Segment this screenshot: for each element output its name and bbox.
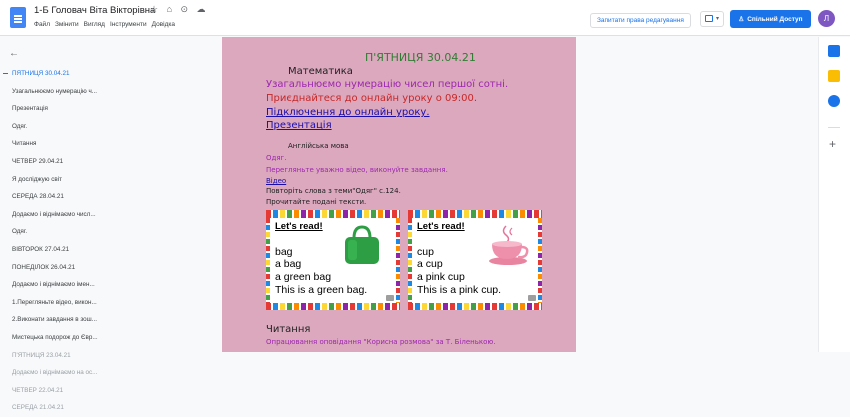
avatar[interactable]: Л bbox=[818, 10, 835, 27]
card-border-left bbox=[408, 218, 412, 303]
card-heading: Let's read! bbox=[417, 221, 465, 232]
card-line: a cup bbox=[417, 258, 443, 270]
keep-icon[interactable] bbox=[828, 70, 840, 82]
reading-line: Опрацювання оповідання "Корисна розмова"… bbox=[266, 338, 496, 346]
menu-edit[interactable]: Змінити bbox=[55, 21, 79, 28]
card-heading: Let's read! bbox=[275, 221, 323, 232]
outline-item[interactable]: Узагальнюємо нумерацію ч... bbox=[0, 83, 222, 101]
outline-item[interactable]: 1.Перегляньте відео, викон... bbox=[0, 294, 222, 312]
menu-help[interactable]: Довідка bbox=[152, 21, 175, 28]
share-label: Спільний Доступ bbox=[747, 15, 803, 23]
document-canvas: П'ЯТНИЦЯ 30.04.21 Математика Узагальнюєм… bbox=[222, 37, 842, 352]
outline-item[interactable]: СЕРЕДА 21.04.21 bbox=[0, 399, 222, 417]
outline-item[interactable]: ПОНЕДІЛОК 26.04.21 bbox=[0, 259, 222, 277]
outline-item[interactable]: Одяг. bbox=[0, 223, 222, 241]
rail-divider bbox=[828, 127, 840, 128]
document-page: П'ЯТНИЦЯ 30.04.21 Математика Узагальнюєм… bbox=[222, 37, 576, 352]
present-button[interactable]: ▾ bbox=[700, 11, 724, 27]
app-header: 1-Б Головач Віта Вікторівна ☆ ⌂ ⊙ ☁ Файл… bbox=[0, 0, 850, 36]
outline-list: ПЯТНИЦЯ 30.04.21 Узагальнюємо нумерацію ч… bbox=[0, 65, 222, 417]
card-border-right bbox=[538, 218, 542, 303]
outline-item[interactable]: Презентація bbox=[0, 100, 222, 118]
lets-read-card-cup: Let's read! cup a cup a pink cup This is… bbox=[408, 210, 542, 310]
document-title[interactable]: 1-Б Головач Віта Вікторівна bbox=[34, 5, 155, 16]
reading-title: Читання bbox=[266, 324, 311, 335]
card-line: bag bbox=[275, 246, 293, 258]
publisher-logo-icon bbox=[528, 295, 536, 301]
english-read: Прочитайте подані тексти. bbox=[266, 198, 367, 206]
outline-item[interactable]: ПЯТНИЦЯ 30.04.21 bbox=[0, 65, 222, 83]
english-title: Англійська мова bbox=[288, 142, 349, 150]
card-line: a pink cup bbox=[417, 271, 465, 283]
card-line: a green bag bbox=[275, 271, 332, 283]
english-task: Перегляньте уважно відео, виконуйте завд… bbox=[266, 166, 448, 174]
document-outline: ← ПЯТНИЦЯ 30.04.21 Узагальнюємо нумерацію… bbox=[0, 37, 222, 411]
present-icon bbox=[705, 15, 713, 22]
outline-item[interactable]: ЧЕТВЕР 22.04.21 bbox=[0, 382, 222, 400]
outline-item[interactable]: Я досліджую світ bbox=[0, 171, 222, 189]
outline-item[interactable]: Мистецька подорож до Євр... bbox=[0, 329, 222, 347]
card-line: cup bbox=[417, 246, 434, 258]
math-title: Математика bbox=[288, 66, 353, 77]
menu-file[interactable]: Файл bbox=[34, 21, 50, 28]
math-line-1: Узагальнюємо нумерацію чисел першої сотн… bbox=[266, 79, 509, 90]
calendar-icon[interactable] bbox=[828, 45, 840, 57]
pink-cup-icon bbox=[489, 225, 529, 265]
outline-item[interactable]: Додаємо і віднімаємо імен... bbox=[0, 276, 222, 294]
card-border-right bbox=[396, 218, 400, 303]
outline-item[interactable]: Додаємо і віднімаємо числ... bbox=[0, 206, 222, 224]
page-heading: П'ЯТНИЦЯ 30.04.21 bbox=[365, 51, 476, 64]
publisher-logo-icon bbox=[386, 295, 394, 301]
title-action-icons[interactable]: ☆ ⌂ ⊙ ☁ bbox=[150, 4, 209, 15]
outline-item[interactable]: ВІВТОРОК 27.04.21 bbox=[0, 241, 222, 259]
outline-item[interactable]: 2.Виконати завдання в зош... bbox=[0, 311, 222, 329]
menu-tools[interactable]: Інструменти bbox=[110, 21, 147, 28]
add-addon-icon[interactable]: + bbox=[829, 137, 836, 151]
chevron-down-icon: ▾ bbox=[716, 16, 720, 22]
card-border-bottom bbox=[266, 303, 400, 310]
lets-read-card-bag: Let's read! bag a bag a green bag This i… bbox=[266, 210, 400, 310]
online-lesson-link[interactable]: Підключення до онлайн уроку. bbox=[266, 107, 430, 118]
card-line: This is a green bag. bbox=[275, 284, 368, 296]
outline-item[interactable]: Одяг. bbox=[0, 118, 222, 136]
docs-logo-icon[interactable] bbox=[10, 7, 26, 28]
math-line-2: Приєднайтеся до онлайн уроку о 09:00. bbox=[266, 93, 478, 104]
back-arrow-icon[interactable]: ← bbox=[9, 48, 19, 59]
green-bag-icon bbox=[345, 225, 379, 264]
card-border-top bbox=[408, 210, 542, 218]
card-border-bottom bbox=[408, 303, 542, 310]
card-border-left bbox=[266, 218, 270, 303]
english-words: Повторіть слова з теми"Одяг" с.124. bbox=[266, 187, 401, 195]
presentation-link[interactable]: Презентація bbox=[266, 120, 332, 131]
menu-bar: Файл Змінити Вигляд Інструменти Довідка bbox=[34, 21, 175, 28]
side-panel-rail: + bbox=[818, 37, 850, 352]
outline-item[interactable]: СЕРЕДА 28.04.21 bbox=[0, 188, 222, 206]
outline-item[interactable]: ЧЕТВЕР 29.04.21 bbox=[0, 153, 222, 171]
card-line: a bag bbox=[275, 258, 302, 270]
card-line: This is a pink cup. bbox=[417, 284, 502, 296]
tasks-icon[interactable] bbox=[828, 95, 840, 107]
outline-item[interactable]: Додаємо і віднімаємо на ос... bbox=[0, 364, 222, 382]
outline-item[interactable]: П'ЯТНИЦЯ 23.04.21 bbox=[0, 347, 222, 365]
outline-item[interactable]: Читання bbox=[0, 135, 222, 153]
request-edit-button[interactable]: Запитати права редагування bbox=[590, 13, 691, 28]
english-topic: Одяг. bbox=[266, 154, 287, 162]
person-icon: ♙ bbox=[738, 16, 745, 23]
card-border-top bbox=[266, 210, 400, 218]
menu-view[interactable]: Вигляд bbox=[84, 21, 105, 28]
share-button[interactable]: ♙ Спільний Доступ bbox=[730, 10, 811, 28]
video-link[interactable]: Відео bbox=[266, 177, 286, 185]
